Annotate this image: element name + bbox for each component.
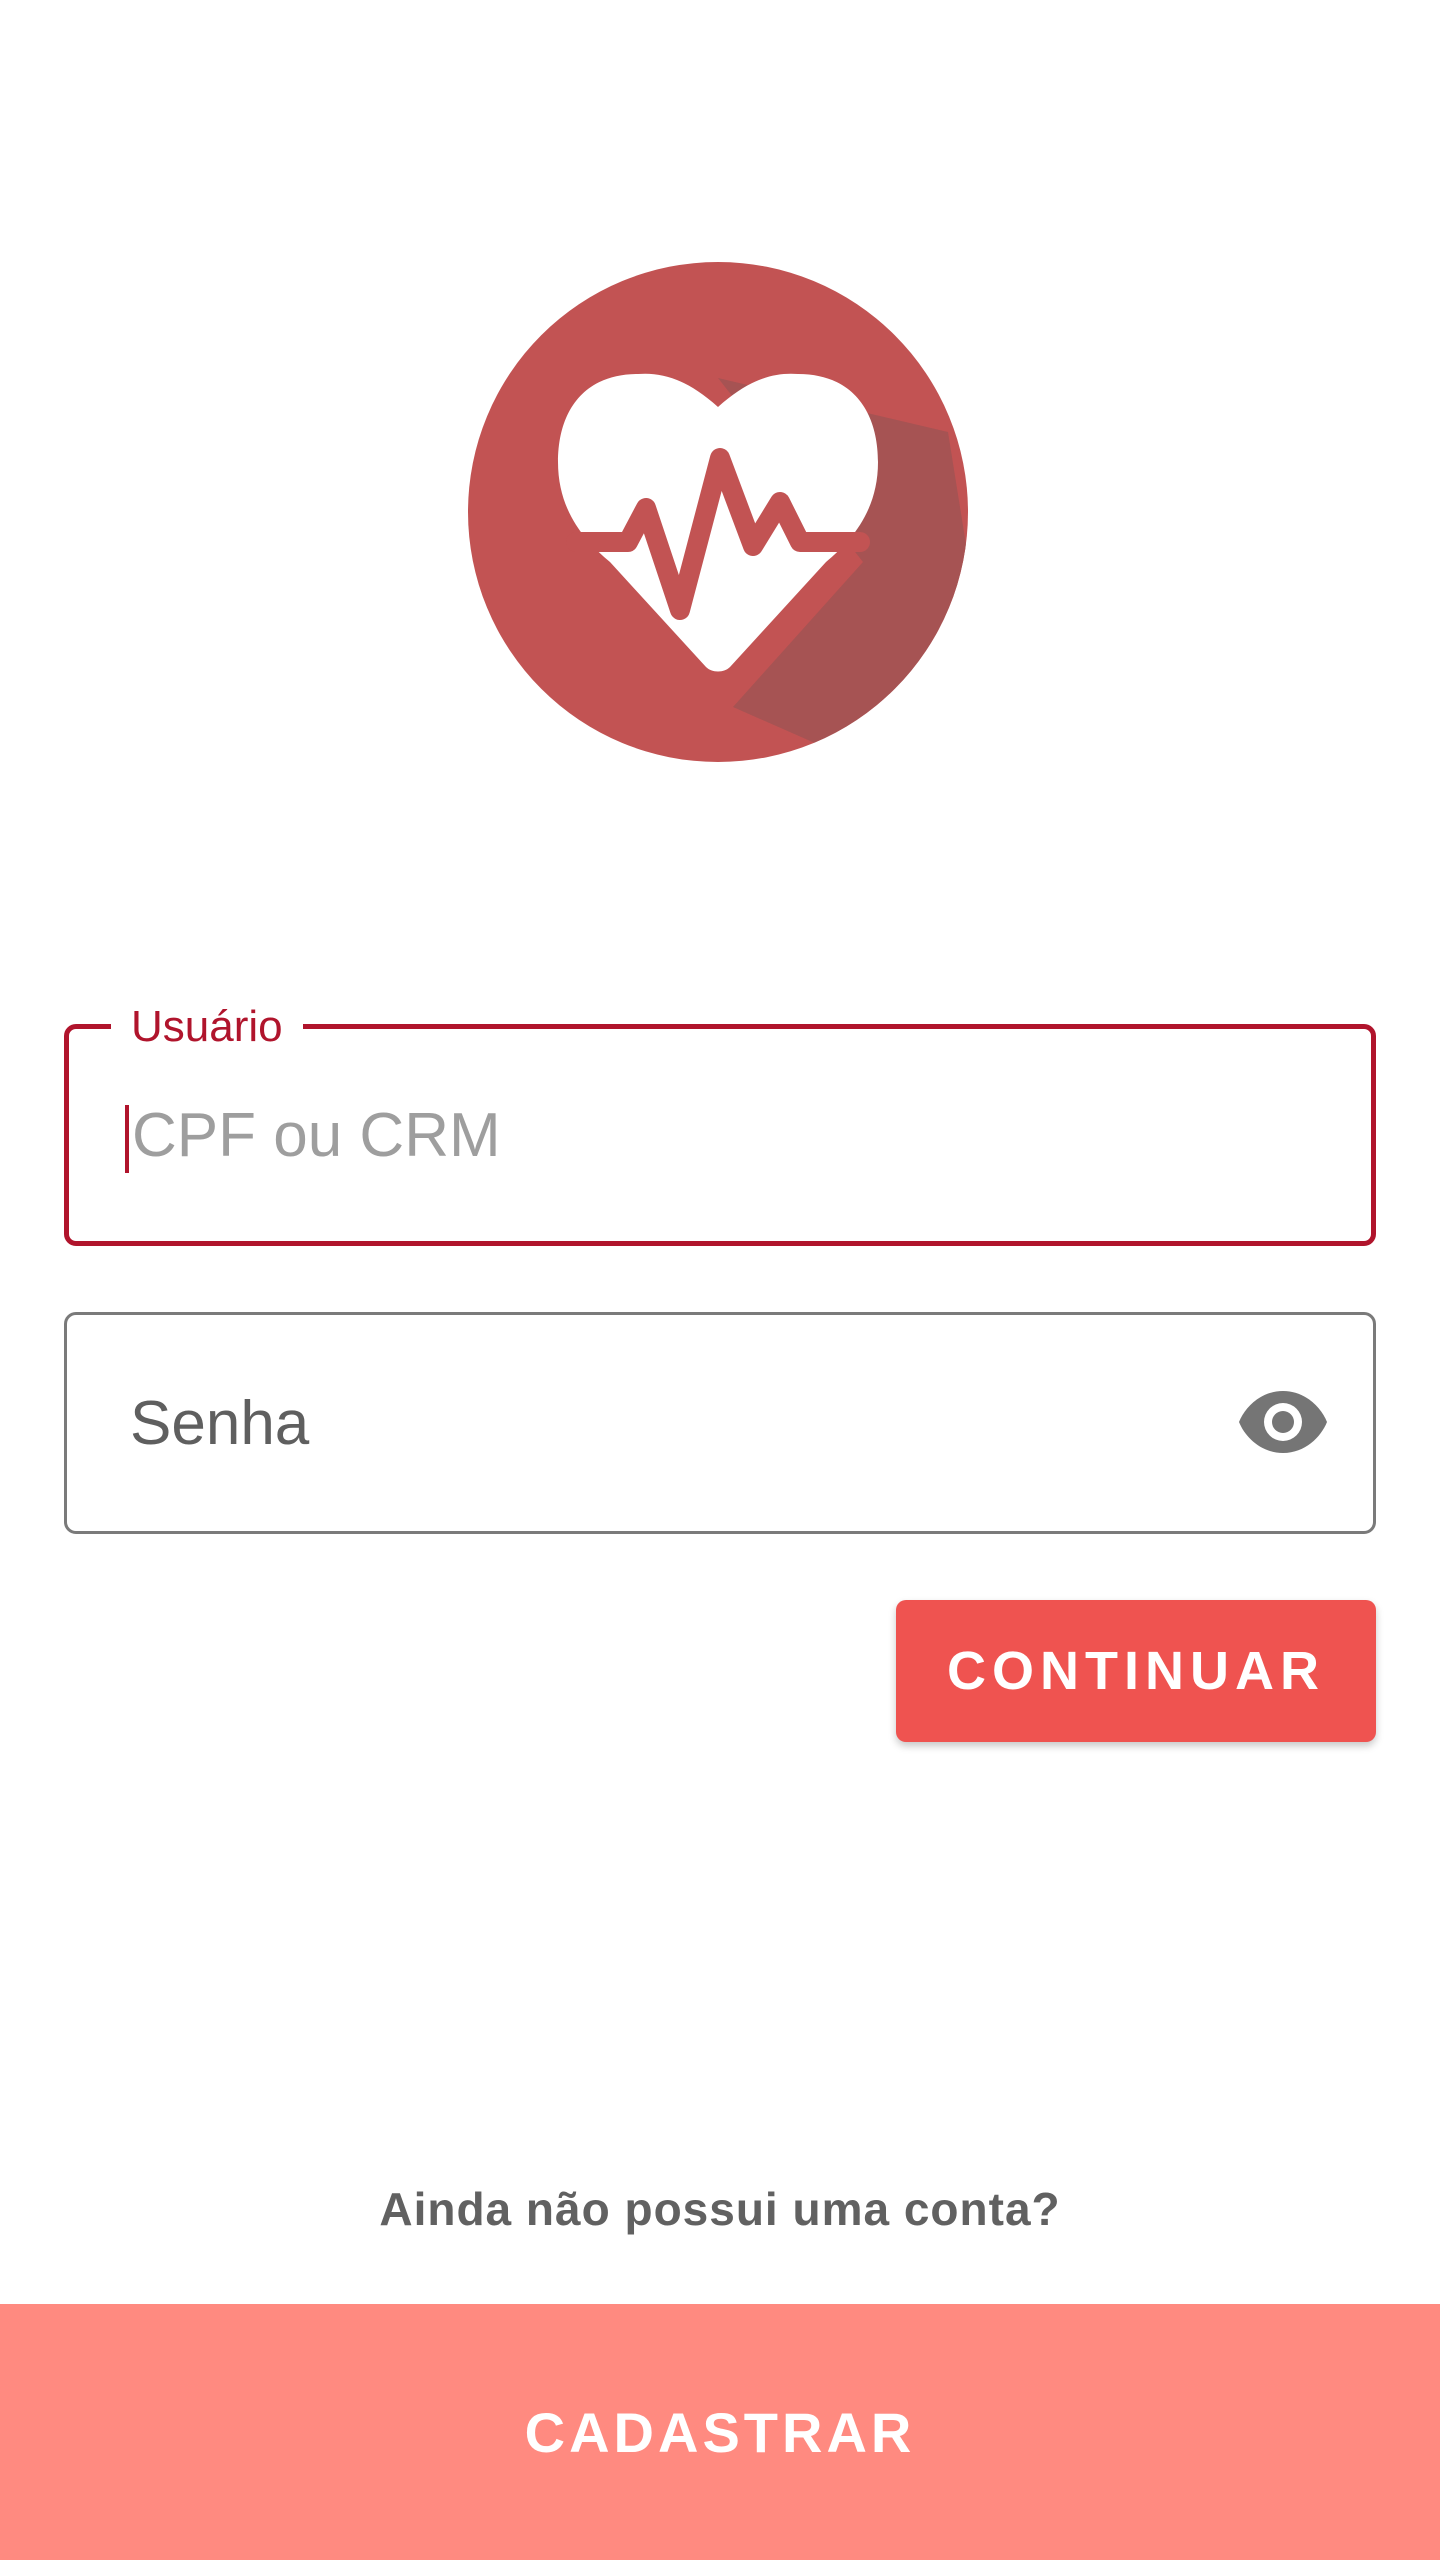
password-input[interactable] — [130, 1315, 1253, 1531]
app-logo — [468, 262, 968, 762]
password-field[interactable] — [64, 1312, 1376, 1534]
user-input[interactable] — [132, 1029, 1251, 1241]
text-caret — [125, 1105, 129, 1173]
heart-pulse-icon — [468, 262, 968, 762]
continue-button[interactable]: CONTINUAR — [896, 1600, 1376, 1742]
no-account-text: Ainda não possui uma conta? — [379, 2183, 1061, 2235]
user-field[interactable]: Usuário — [64, 1003, 1376, 1246]
eye-icon[interactable] — [1237, 1387, 1329, 1457]
signup-button[interactable]: CADASTRAR — [0, 2304, 1440, 2560]
